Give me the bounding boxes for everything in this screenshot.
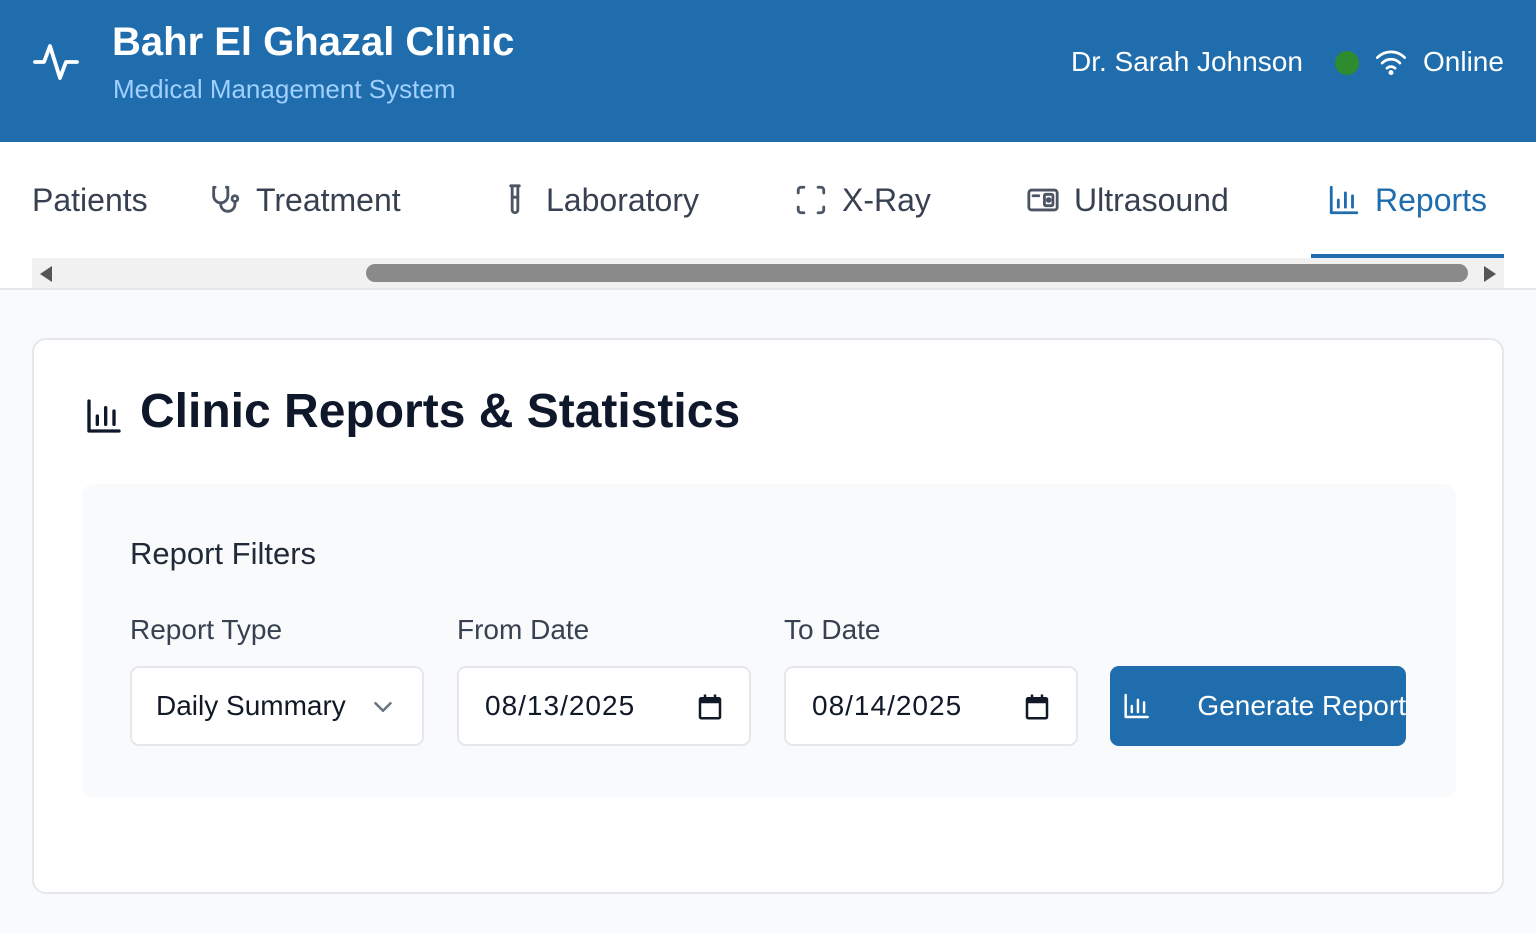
tab-reports[interactable]: Reports — [1311, 142, 1504, 258]
to-date-value: 08/14/2025 — [812, 690, 963, 721]
report-type-label: Report Type — [130, 614, 283, 645]
tab-patients[interactable]: Patients — [32, 142, 148, 258]
ultrasound-icon — [1027, 188, 1059, 212]
scrollbar-thumb[interactable] — [366, 264, 1468, 282]
tab-ultrasound[interactable]: Ultrasound — [1026, 142, 1229, 258]
report-type-select[interactable]: Daily Summary — [130, 666, 424, 746]
calendar-icon[interactable] — [1022, 692, 1052, 722]
to-date-label: To Date — [784, 614, 881, 645]
main-nav: Patients Treatment Laboratory X-Ray Ultr… — [0, 142, 1536, 290]
tab-label: X-Ray — [842, 181, 931, 218]
scroll-left-arrow-icon[interactable] — [40, 266, 52, 282]
activity-icon — [33, 44, 79, 80]
report-filters-panel: Report Filters Report Type From Date To … — [82, 484, 1456, 798]
tab-label: Reports — [1375, 181, 1488, 218]
user-name: Dr. Sarah Johnson — [1071, 46, 1303, 77]
connection-status: Online — [1423, 46, 1504, 77]
bar-chart-icon — [1124, 693, 1149, 719]
tab-laboratory[interactable]: Laboratory — [498, 142, 699, 258]
filters-heading: Report Filters — [130, 536, 317, 571]
report-type-value: Daily Summary — [156, 690, 346, 721]
tab-xray[interactable]: X-Ray — [794, 142, 931, 258]
tab-treatment[interactable]: Treatment — [208, 142, 401, 258]
nav-tab-strip: Patients Treatment Laboratory X-Ray Ultr… — [32, 142, 1504, 258]
calendar-icon[interactable] — [695, 692, 725, 722]
clinic-subtitle: Medical Management System — [113, 74, 456, 104]
scan-icon — [796, 185, 826, 215]
tab-label: Patients — [32, 181, 148, 218]
from-date-input[interactable]: 08/13/2025 — [457, 666, 751, 746]
scroll-right-arrow-icon[interactable] — [1484, 266, 1496, 282]
test-tube-icon — [509, 184, 521, 215]
page-title: Clinic Reports & Statistics — [140, 385, 741, 438]
reports-card: Clinic Reports & Statistics Report Filte… — [32, 338, 1504, 894]
bar-chart-icon — [87, 399, 121, 433]
generate-report-label: Generate Report — [1197, 690, 1406, 721]
wifi-icon — [1376, 50, 1406, 76]
to-date-input[interactable]: 08/14/2025 — [784, 666, 1078, 746]
from-date-label: From Date — [457, 614, 590, 645]
tab-label: Ultrasound — [1074, 181, 1229, 218]
chevron-down-icon — [374, 702, 392, 712]
generate-report-button[interactable]: Generate Report — [1110, 666, 1406, 746]
tab-label: Treatment — [256, 181, 401, 218]
from-date-value: 08/13/2025 — [485, 690, 636, 721]
online-status-dot — [1335, 51, 1359, 75]
bar-chart-icon — [1329, 185, 1359, 215]
tab-scrollbar[interactable] — [32, 258, 1504, 288]
clinic-title: Bahr El Ghazal Clinic — [112, 20, 515, 64]
tab-label: Laboratory — [546, 181, 699, 218]
stethoscope-icon — [212, 185, 240, 213]
app-header: Bahr El Ghazal Clinic Medical Management… — [0, 0, 1536, 142]
